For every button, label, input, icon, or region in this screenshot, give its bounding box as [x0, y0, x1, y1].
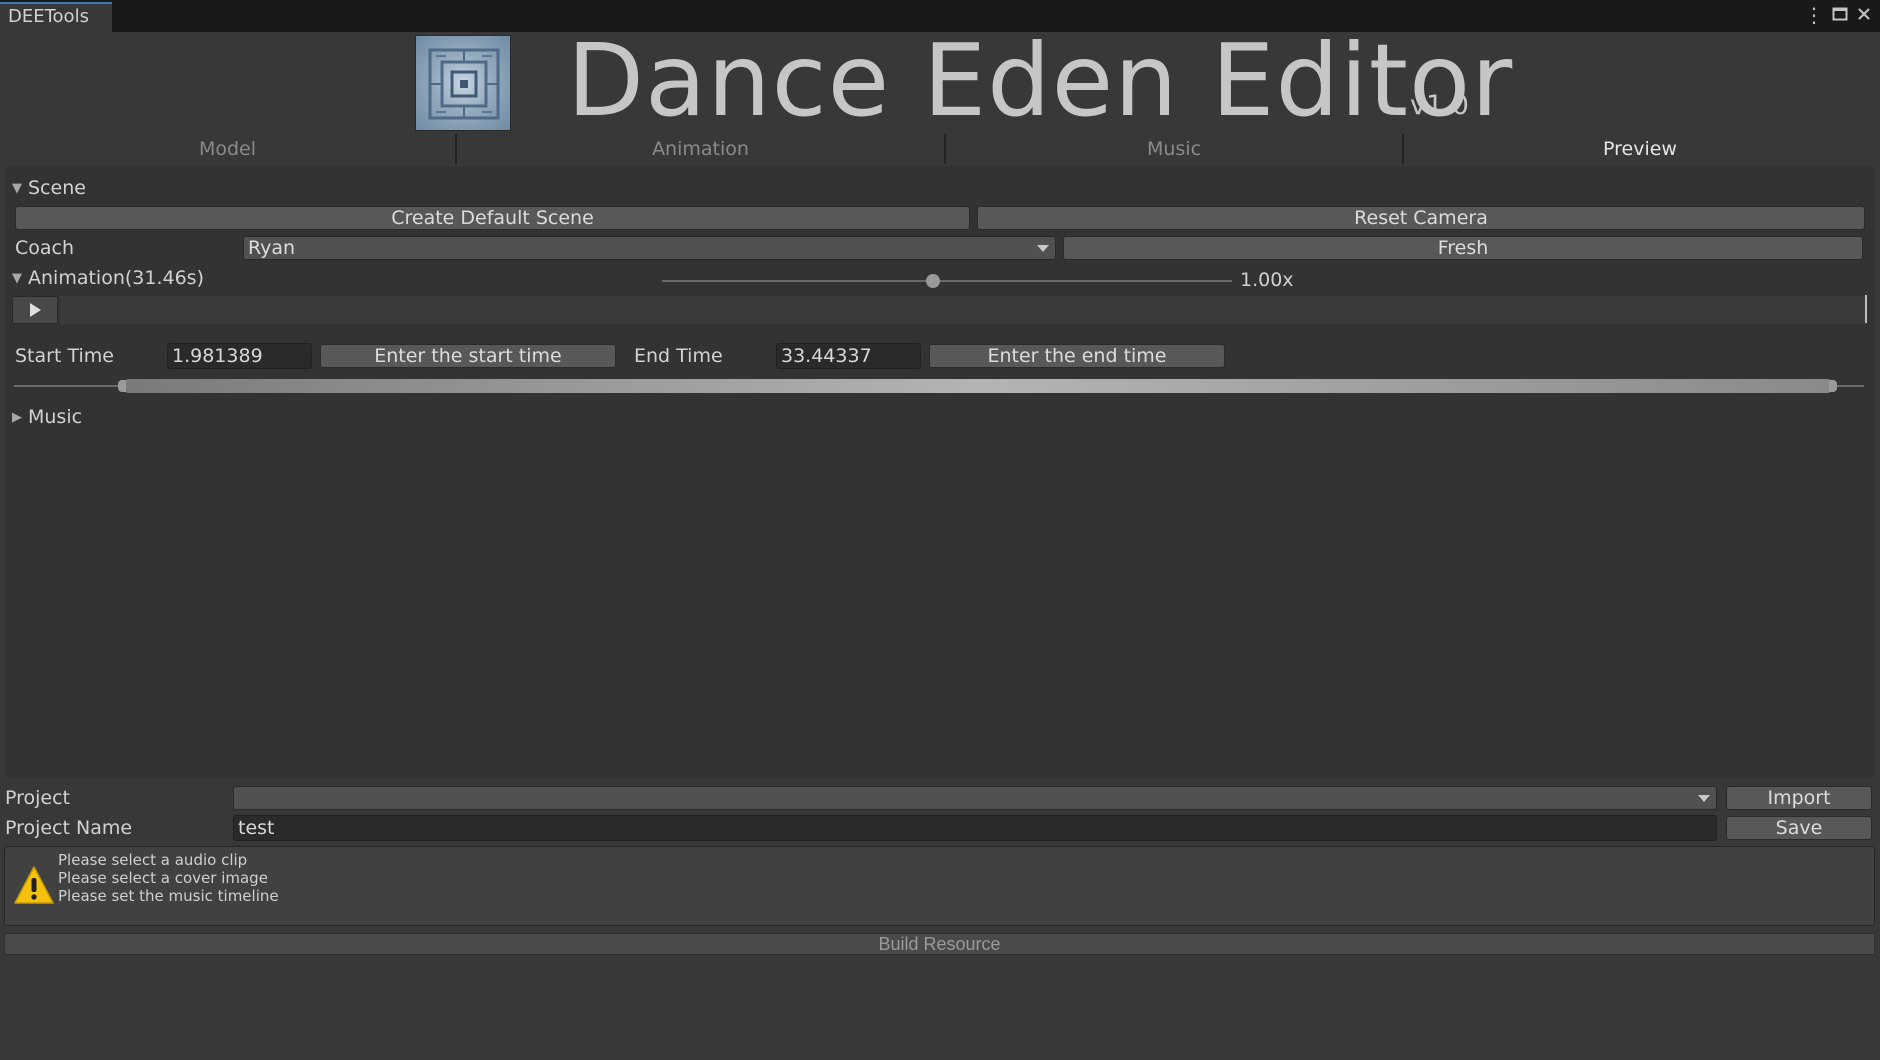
scene-foldout[interactable]: ▼ Scene	[12, 177, 86, 199]
close-icon[interactable]	[1852, 4, 1876, 28]
timeline-playhead[interactable]	[1865, 295, 1867, 323]
project-name-field[interactable]: test	[233, 815, 1717, 841]
warning-icon	[14, 866, 54, 904]
build-resource-button[interactable]: Build Resource	[4, 933, 1875, 955]
enter-start-time-button[interactable]: Enter the start time	[320, 344, 616, 368]
time-range-slider[interactable]	[122, 379, 1834, 393]
warning-helpbox: Please select a audio clip Please select…	[4, 846, 1875, 926]
maximize-icon[interactable]	[1828, 4, 1852, 28]
play-button[interactable]	[12, 296, 58, 324]
project-dropdown[interactable]	[233, 786, 1717, 810]
project-name-label: Project Name	[5, 817, 133, 839]
app-logo	[415, 35, 511, 131]
more-options-icon[interactable]: ⋮	[1802, 4, 1826, 28]
coach-dropdown[interactable]: Ryan	[243, 236, 1056, 260]
tab-music[interactable]: Music	[946, 134, 1404, 164]
tab-animation[interactable]: Animation	[457, 134, 946, 164]
app-title: Dance Eden Editor	[567, 22, 1514, 139]
foldout-open-icon: ▼	[12, 271, 22, 286]
foldout-closed-icon: ▶	[12, 410, 22, 425]
enter-end-time-button[interactable]: Enter the end time	[929, 344, 1225, 368]
range-slider-track-left	[14, 385, 124, 387]
animation-section-label: Animation(31.46s)	[28, 267, 204, 289]
app-version: v1.0	[1410, 90, 1469, 121]
animation-foldout[interactable]: ▼ Animation(31.46s)	[12, 267, 204, 289]
animation-timeline[interactable]	[60, 296, 1866, 324]
warning-message: Please select a cover image	[58, 869, 268, 887]
chevron-down-icon	[1698, 795, 1710, 802]
window-tab-deetools[interactable]: DEETools	[0, 2, 112, 32]
music-foldout[interactable]: ▶ Music	[12, 406, 82, 428]
range-max-handle[interactable]	[1829, 380, 1837, 392]
warning-message: Please set the music timeline	[58, 887, 279, 905]
speed-slider-track[interactable]	[662, 280, 1232, 282]
chevron-down-icon	[1037, 245, 1049, 252]
coach-label: Coach	[15, 237, 75, 259]
tab-preview[interactable]: Preview	[1404, 134, 1876, 164]
end-time-label: End Time	[634, 345, 723, 367]
import-button[interactable]: Import	[1726, 786, 1872, 810]
fresh-button[interactable]: Fresh	[1063, 236, 1863, 260]
speed-slider-thumb[interactable]	[926, 274, 940, 288]
warning-messages: Please select a audio clip Please select…	[58, 851, 279, 905]
main-tabs: Model Animation Music Preview	[0, 134, 1880, 164]
play-icon	[30, 303, 41, 317]
end-time-field[interactable]: 33.44337	[776, 343, 921, 369]
start-time-field[interactable]: 1.981389	[167, 343, 312, 369]
range-slider-track-right	[1834, 385, 1864, 387]
speed-value-label: 1.00x	[1240, 269, 1294, 291]
tab-model[interactable]: Model	[0, 134, 457, 164]
foldout-open-icon: ▼	[12, 181, 22, 196]
save-button[interactable]: Save	[1726, 816, 1872, 840]
coach-value: Ryan	[248, 237, 296, 259]
project-label: Project	[5, 787, 71, 809]
range-min-handle[interactable]	[118, 380, 126, 392]
reset-camera-button[interactable]: Reset Camera	[977, 206, 1865, 230]
start-time-label: Start Time	[15, 345, 114, 367]
scene-section-label: Scene	[28, 177, 86, 199]
create-default-scene-button[interactable]: Create Default Scene	[15, 206, 970, 230]
music-section-label: Music	[28, 406, 83, 428]
warning-message: Please select a audio clip	[58, 851, 248, 869]
